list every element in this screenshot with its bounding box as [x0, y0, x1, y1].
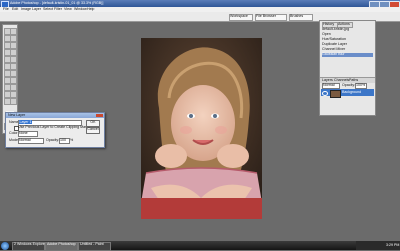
dialog-title-bar: New Layer: [6, 113, 104, 118]
layer-name: Background: [342, 89, 362, 94]
ok-button[interactable]: OK: [86, 120, 100, 127]
menu-edit[interactable]: Edit: [12, 7, 18, 12]
document-canvas[interactable]: [141, 38, 262, 219]
dodge-tool-icon[interactable]: [10, 70, 17, 77]
menu-window[interactable]: Window: [74, 7, 87, 12]
opacity-input[interactable]: 100: [59, 138, 70, 144]
tab-layers[interactable]: Layers: [322, 78, 333, 83]
color-select[interactable]: None: [18, 131, 38, 137]
file-browser-button[interactable]: File Browser: [255, 14, 287, 21]
shape-tool-icon[interactable]: [10, 84, 17, 91]
tab-paths[interactable]: Paths: [349, 78, 358, 83]
eyedropper-tool-icon[interactable]: [10, 91, 17, 98]
history-brush-tool-icon[interactable]: [10, 56, 17, 63]
layers-opacity-label: Opacity:: [342, 82, 356, 87]
gradient-tool-icon[interactable]: [10, 63, 17, 70]
brushes-button[interactable]: Brushes: [289, 14, 313, 21]
type-tool-icon[interactable]: [10, 77, 17, 84]
cancel-button[interactable]: Cancel: [86, 127, 100, 134]
layer-thumbnail: [330, 89, 341, 98]
menu-filter[interactable]: Filter: [54, 7, 62, 12]
clipping-mask-label: Use Previous Layer to Create Clipping Ma…: [18, 125, 89, 129]
opacity-label: Opacity:: [46, 138, 60, 142]
zoom-tool-icon[interactable]: [10, 98, 17, 105]
menu-file[interactable]: File: [3, 7, 9, 12]
new-layer-dialog: New Layer Name: Layer 1 Use Previous Lay…: [5, 112, 105, 148]
slice-tool-icon[interactable]: [10, 42, 17, 49]
menu-view[interactable]: View: [64, 7, 72, 12]
clock: 3:29 PM: [386, 242, 400, 247]
menu-image[interactable]: Image: [21, 7, 31, 12]
menu-select[interactable]: Select: [43, 7, 53, 12]
dialog-close-button[interactable]: [96, 113, 103, 117]
menu-help[interactable]: Help: [87, 7, 94, 12]
taskbar: 2 Windows Explorer Adobe Photoshop Untit…: [0, 241, 400, 251]
history-layers-palette: History Actions default-kristin.jpg Open…: [319, 20, 376, 116]
system-tray: 3:29 PM: [356, 241, 400, 250]
visibility-eye-icon[interactable]: [322, 90, 328, 96]
opacity-unit: %: [70, 138, 74, 142]
layer-row-background[interactable]: Background: [321, 89, 374, 98]
dialog-title: New Layer: [8, 112, 26, 117]
history-item-selected[interactable]: Gaussian Blur: [322, 52, 373, 57]
workspace-button[interactable]: Workspace: [229, 14, 253, 21]
layer-name-value: Layer 1: [19, 120, 32, 124]
start-button-icon[interactable]: [1, 241, 9, 250]
title-bar: Adobe Photoshop - [default-kristin-01_01…: [0, 0, 400, 8]
move-tool-icon[interactable]: [10, 28, 17, 35]
photo-of-girl: [141, 38, 262, 219]
window-title: Adobe Photoshop - [default-kristin-01_01…: [10, 0, 104, 5]
magic-wand-tool-icon[interactable]: [10, 35, 17, 42]
menu-layer[interactable]: Layer: [32, 7, 41, 12]
mode-select[interactable]: Normal: [18, 138, 44, 144]
tab-channels[interactable]: Channels: [334, 78, 349, 83]
brush-tool-icon[interactable]: [10, 49, 17, 56]
